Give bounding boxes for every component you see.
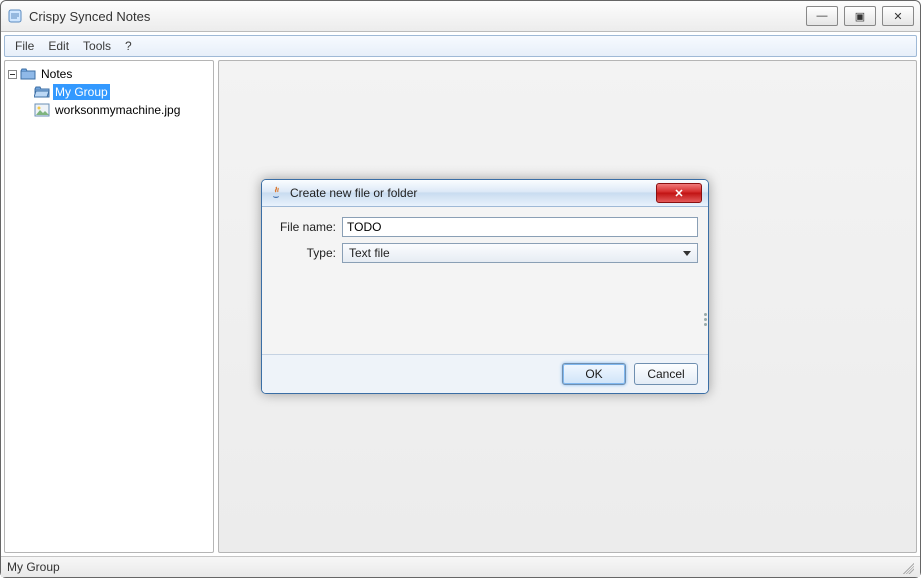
menu-edit[interactable]: Edit — [42, 37, 75, 55]
dialog-titlebar[interactable]: Create new file or folder ✕ — [262, 180, 708, 207]
window-minimize-button[interactable]: — — [806, 6, 838, 26]
dialog-button-bar: OK Cancel — [262, 354, 708, 393]
tree-item-label: worksonmymachine.jpg — [53, 102, 182, 118]
menu-file[interactable]: File — [9, 37, 40, 55]
window-close-button[interactable]: ✕ — [882, 6, 914, 26]
app-title: Crispy Synced Notes — [29, 9, 150, 24]
tree: Notes My Group worksonmymach — [5, 61, 213, 123]
tree-toggle-icon[interactable] — [7, 69, 18, 80]
folder-icon — [20, 67, 36, 81]
java-icon — [268, 185, 284, 201]
window-maximize-button[interactable]: ▣ — [844, 6, 876, 26]
minimize-icon: — — [817, 10, 828, 22]
maximize-icon: ▣ — [855, 10, 865, 23]
sidebar-tree[interactable]: Notes My Group worksonmymach — [4, 60, 214, 553]
tree-root[interactable]: Notes — [7, 65, 211, 83]
tree-item-image[interactable]: worksonmymachine.jpg — [7, 101, 211, 119]
type-combobox[interactable]: Text file — [342, 243, 698, 263]
type-combobox-value: Text file — [349, 246, 390, 260]
app-window: Crispy Synced Notes — ▣ ✕ File Edit Tool… — [0, 0, 921, 578]
menubar: File Edit Tools ? — [4, 35, 917, 57]
tree-item-folder[interactable]: My Group — [7, 83, 211, 101]
tree-root-label: Notes — [39, 66, 74, 82]
close-icon: ✕ — [674, 187, 683, 200]
type-row: Type: Text file — [272, 243, 698, 263]
dialog-close-button[interactable]: ✕ — [656, 183, 702, 203]
dialog-resize-grip[interactable] — [703, 307, 708, 331]
statusbar: My Group — [1, 556, 920, 577]
menu-tools[interactable]: Tools — [77, 37, 117, 55]
resize-grip-icon[interactable] — [900, 560, 914, 574]
ok-button[interactable]: OK — [562, 363, 626, 385]
folder-open-icon — [34, 85, 50, 99]
filename-label: File name: — [272, 220, 336, 234]
tree-item-label: My Group — [53, 84, 110, 100]
dialog-title: Create new file or folder — [290, 186, 417, 200]
type-label: Type: — [272, 246, 336, 260]
image-file-icon — [34, 103, 50, 117]
cancel-button[interactable]: Cancel — [634, 363, 698, 385]
app-icon — [7, 8, 23, 24]
close-icon: ✕ — [893, 10, 902, 23]
create-file-dialog: Create new file or folder ✕ File name: T… — [261, 179, 709, 394]
titlebar: Crispy Synced Notes — ▣ ✕ — [1, 1, 920, 32]
statusbar-text: My Group — [7, 560, 60, 574]
filename-input[interactable] — [342, 217, 698, 237]
dialog-body: File name: Type: Text file — [262, 207, 708, 354]
menu-help[interactable]: ? — [119, 37, 138, 55]
filename-row: File name: — [272, 217, 698, 237]
